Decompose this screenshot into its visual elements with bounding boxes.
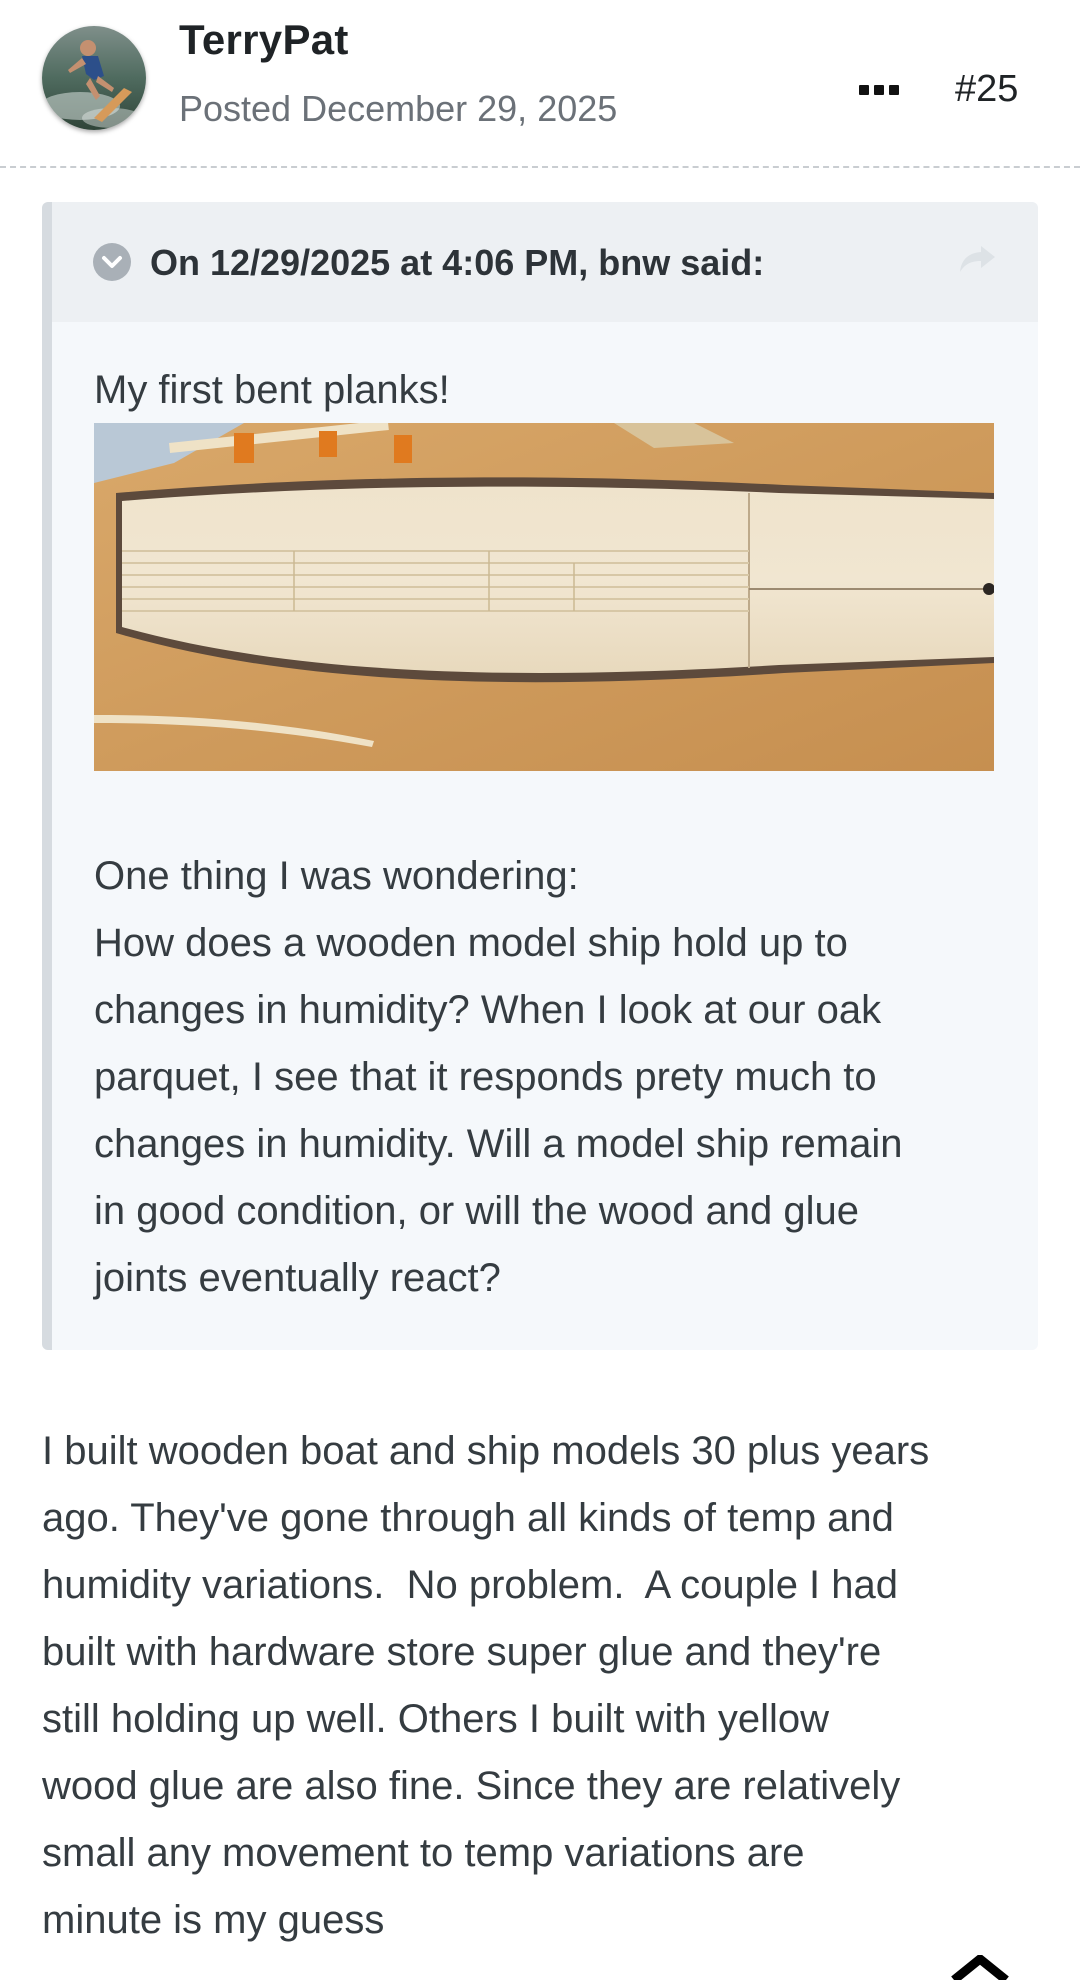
post-header: TerryPat Posted December 29, 2025 #25	[0, 0, 1080, 168]
quote-line: parquet, I see that it responds prety mu…	[94, 1055, 877, 1099]
quote-line: One thing I was wondering:	[94, 854, 579, 898]
quote-line: changes in humidity. Will a model ship r…	[94, 1122, 903, 1166]
post-number-link[interactable]: #25	[955, 68, 1018, 111]
quote-line: changes in humidity? When I look at our …	[94, 988, 882, 1032]
quote-line: How does a wooden model ship hold up to	[94, 921, 848, 965]
post-body: I built wooden boat and ship models 30 p…	[42, 1418, 1042, 1954]
post-date: Posted December 29, 2025	[179, 88, 618, 129]
post-line: still holding up well. Others I built wi…	[42, 1697, 830, 1741]
quote-citation[interactable]: On 12/29/2025 at 4:06 PM, bnw said:	[150, 242, 764, 284]
post-line: built with hardware store super glue and…	[42, 1630, 882, 1674]
quote-header: On 12/29/2025 at 4:06 PM, bnw said:	[52, 202, 1038, 322]
blockquote: On 12/29/2025 at 4:06 PM, bnw said: My f…	[42, 202, 1038, 1350]
quoted-photo[interactable]	[94, 423, 994, 771]
forum-post: TerryPat Posted December 29, 2025 #25 On…	[0, 0, 1080, 1980]
quote-line: joints eventually react?	[94, 1256, 501, 1300]
quote-line: in good condition, or will the wood and …	[94, 1189, 859, 1233]
quote-text: One thing I was wondering: How does a wo…	[94, 843, 1014, 1312]
chevron-down-icon[interactable]	[93, 243, 131, 281]
author-name[interactable]: TerryPat	[179, 16, 349, 64]
avatar-image	[42, 26, 146, 130]
post-line: wood glue are also fine. Since they are …	[42, 1764, 901, 1808]
dot	[859, 85, 869, 95]
post-line: ago. They've gone through all kinds of t…	[42, 1496, 894, 1540]
quote-body: My first bent planks! One thing I was wo…	[94, 357, 1004, 1300]
dot	[874, 85, 884, 95]
post-line: humidity variations. No problem. A coupl…	[42, 1563, 899, 1607]
quote-intro: My first bent planks!	[94, 368, 450, 412]
post-line: minute is my guess	[42, 1898, 385, 1942]
post-line: small any movement to temp variations ar…	[42, 1831, 805, 1875]
dot	[889, 85, 899, 95]
avatar[interactable]	[42, 26, 146, 130]
scroll-to-top-icon[interactable]	[950, 1953, 1010, 1980]
ellipsis-icon[interactable]	[852, 66, 906, 114]
post-line: I built wooden boat and ship models 30 p…	[42, 1429, 930, 1473]
share-arrow-icon[interactable]	[957, 242, 999, 278]
